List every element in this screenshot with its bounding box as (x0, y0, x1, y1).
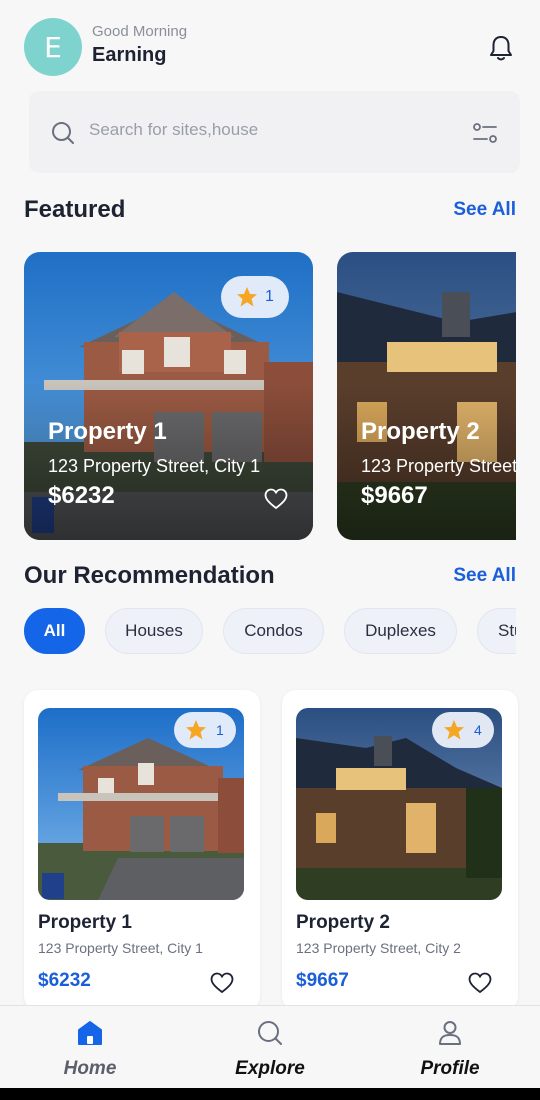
rating-badge: 4 (432, 712, 494, 748)
chip-houses[interactable]: Houses (105, 608, 203, 654)
filter-icon[interactable] (472, 121, 498, 145)
rating-count: 1 (216, 722, 224, 738)
tab-explore-label: Explore (235, 1058, 305, 1079)
category-chips: All Houses Condos Duplexes Studios (24, 608, 516, 656)
recommendation-see-all-link[interactable]: See All (453, 565, 516, 587)
heart-icon[interactable] (264, 488, 288, 510)
property-name: Property 1 (38, 912, 132, 933)
greeting-text: Good Morning (92, 23, 188, 40)
featured-card[interactable]: Property 2 123 Property Street, City 2 $… (337, 252, 516, 540)
tab-home[interactable]: Home (30, 1006, 150, 1089)
property-price: $6232 (38, 970, 91, 991)
rating-badge: 1 (174, 712, 236, 748)
star-icon (186, 720, 206, 740)
avatar[interactable]: E (24, 18, 82, 76)
username: Earning (92, 44, 167, 66)
chip-duplexes[interactable]: Duplexes (344, 608, 457, 654)
featured-see-all-link[interactable]: See All (453, 199, 516, 221)
heart-icon[interactable] (468, 972, 492, 994)
property-name: Property 2 (296, 912, 390, 933)
star-icon (237, 287, 257, 307)
tab-profile-label: Profile (420, 1058, 480, 1079)
tab-profile[interactable]: Profile (390, 1006, 510, 1089)
search-icon (52, 122, 74, 144)
property-name: Property 1 (48, 418, 167, 445)
header: E Good Morning Earning (24, 18, 516, 76)
property-price: $9667 (361, 482, 428, 509)
profile-icon (439, 1021, 461, 1045)
star-icon (444, 720, 464, 740)
chip-studios[interactable]: Studios (477, 608, 516, 654)
property-address: 123 Property Street, City 1 (48, 456, 261, 476)
notification-bell-icon[interactable] (488, 34, 514, 62)
recommendation-card[interactable]: 4 Property 2 123 Property Street, City 2… (282, 690, 518, 1010)
rating-badge: 1 (221, 276, 289, 318)
heart-icon[interactable] (210, 972, 234, 994)
rating-count: 4 (474, 722, 482, 738)
recommendation-title: Our Recommendation (24, 562, 275, 589)
property-price: $6232 (48, 482, 115, 509)
chip-all[interactable]: All (24, 608, 85, 654)
featured-title: Featured (24, 196, 126, 223)
tab-explore[interactable]: Explore (210, 1006, 330, 1089)
recommendation-card[interactable]: 1 Property 1 123 Property Street, City 1… (24, 690, 260, 1010)
featured-card[interactable]: 1 Property 1 123 Property Street, City 1… (24, 252, 313, 540)
property-address: 123 Property Street, City 2 (296, 940, 461, 956)
bottom-tab-bar: Home Explore Profile (0, 1005, 540, 1088)
home-icon (78, 1021, 102, 1045)
search-bar[interactable]: Search for sites,house (29, 91, 520, 173)
property-address: 123 Property Street, City 1 (38, 940, 203, 956)
property-address: 123 Property Street, City 2 (361, 456, 516, 476)
property-price: $9667 (296, 970, 349, 991)
tab-home-label: Home (63, 1058, 117, 1079)
system-nav-bar (0, 1088, 540, 1100)
featured-carousel[interactable]: 1 Property 1 123 Property Street, City 1… (24, 252, 516, 542)
search-input[interactable]: Search for sites,house (89, 120, 258, 140)
property-name: Property 2 (361, 418, 480, 445)
chip-condos[interactable]: Condos (223, 608, 324, 654)
search-icon (258, 1021, 282, 1045)
rating-count: 1 (265, 288, 274, 305)
